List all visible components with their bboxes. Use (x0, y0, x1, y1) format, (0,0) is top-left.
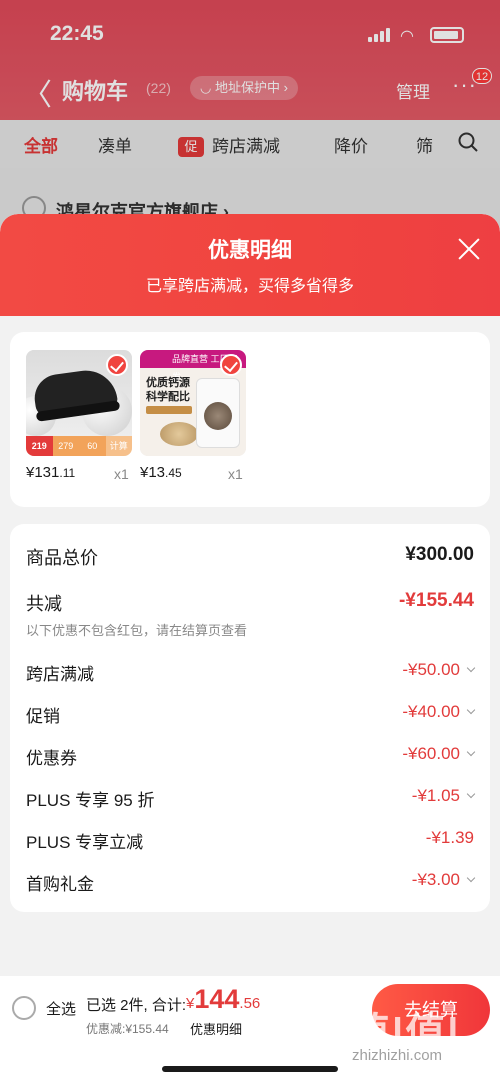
product-price: ¥13.45 (140, 464, 182, 481)
selected-check-icon[interactable] (106, 354, 128, 376)
discount-detail-card: 商品总价 ¥300.00 共减 -¥155.44 以下优惠不包含红包，请在结算页… (10, 524, 490, 912)
discount-item-value: -¥40.00 (402, 702, 476, 722)
discount-item-label: PLUS 专享 95 折 (26, 791, 155, 810)
sheet-subtitle: 已享跨店满减，买得多省得多 (145, 278, 354, 295)
discount-item-value: -¥1.39 (425, 828, 474, 847)
product-qty: x1 (228, 466, 243, 482)
product-price: ¥131.11 (26, 464, 76, 481)
chevron-down-icon[interactable] (466, 747, 476, 757)
total-price: ¥144.56 (186, 984, 261, 1014)
home-indicator[interactable] (162, 1066, 338, 1072)
cat-image (204, 402, 232, 430)
total-discount-value: -¥155.44 (398, 590, 474, 611)
goods-total-label: 商品总价 (26, 548, 98, 568)
discount-item-value: -¥1.05 (412, 786, 476, 806)
chevron-down-icon[interactable] (466, 663, 476, 673)
select-all-label[interactable]: 全选 (46, 998, 76, 1019)
product-slogan: 优质钙源 科学配比 (146, 377, 190, 403)
discount-item-value: -¥50.00 (402, 660, 476, 680)
discount-detail-sheet: 优惠明细 已享跨店满减，买得多省得多 219 279 60 计算 ¥131.11 (0, 214, 500, 1082)
product-card: 219 279 60 计算 ¥131.11 x1 品牌直营 工厂直发 优质钙源 … (10, 332, 490, 507)
chevron-down-icon[interactable] (466, 705, 476, 715)
sheet-title: 优惠明细 (208, 239, 292, 262)
discount-item-label: 跨店满减 (26, 665, 94, 684)
discount-item-label: PLUS 专享立减 (26, 833, 144, 852)
discount-item-value: -¥60.00 (402, 744, 476, 764)
discount-item-label: 优惠券 (26, 749, 77, 768)
discount-item-label: 首购礼金 (26, 875, 94, 894)
saved-amount: 优惠减:¥155.44 (86, 1022, 169, 1036)
product-thumbnail-calcium[interactable]: 品牌直营 工厂直发 优质钙源 科学配比 (140, 350, 246, 456)
selected-count: 已选 2件, 合计: (86, 997, 187, 1014)
close-icon[interactable] (456, 236, 482, 262)
discount-item-label: 促销 (26, 707, 60, 726)
watermark-logo: 值|值|值 (350, 1011, 461, 1082)
chevron-down-icon[interactable] (466, 789, 476, 799)
product-thumbnail-shoe[interactable]: 219 279 60 计算 (26, 350, 132, 456)
goods-total-value: ¥300.00 (405, 544, 474, 565)
sheet-header: 优惠明细 已享跨店满减，买得多省得多 (0, 214, 500, 316)
product-qty: x1 (114, 466, 129, 482)
total-discount-label: 共减 (26, 594, 62, 614)
chevron-down-icon[interactable] (466, 873, 476, 883)
watermark-url: zhizhizhi.com (352, 1047, 443, 1064)
discount-hint: 以下优惠不包含红包，请在结算页查看 (26, 623, 248, 638)
selected-check-icon[interactable] (220, 354, 242, 376)
price-tags: 219 279 60 计算 (26, 436, 132, 456)
discount-item-value: -¥3.00 (412, 870, 476, 890)
select-all-radio[interactable] (12, 996, 36, 1020)
discount-detail-link[interactable]: 优惠明细 (190, 1019, 242, 1038)
